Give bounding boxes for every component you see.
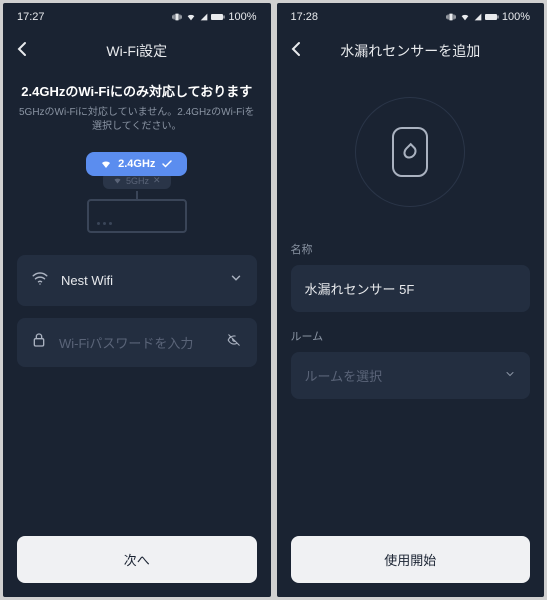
status-icons: 100% (172, 11, 256, 23)
wifi-icon (459, 12, 471, 22)
status-bar: 17:27 100% (3, 3, 271, 31)
signal-icon (200, 12, 208, 22)
check-icon (161, 158, 173, 170)
wifi-icon (185, 12, 197, 22)
name-label: 名称 (291, 241, 531, 257)
chevron-down-icon (504, 367, 516, 385)
router-illustration: 2.4GHz 5GHz ✕ (17, 152, 257, 233)
ssid-select[interactable]: Nest Wifi (17, 255, 257, 306)
device-name-input[interactable]: 水漏れセンサー 5F (291, 265, 531, 312)
sensor-illustration (355, 97, 465, 207)
lock-icon (31, 332, 47, 353)
close-icon: ✕ (153, 175, 161, 186)
content: 2.4GHzのWi-Fiにのみ対応しております 5GHzのWi-Fiに対応してい… (3, 77, 271, 536)
chevron-left-icon (291, 41, 301, 57)
start-button[interactable]: 使用開始 (291, 536, 531, 583)
vibrate-icon (446, 12, 456, 22)
band-24-pill: 2.4GHz (86, 152, 187, 176)
wifi-settings-screen: 17:27 100% Wi-Fi設定 2.4GHzのWi-Fiにのみ対応しており… (3, 3, 271, 597)
signal-icon (474, 12, 482, 22)
router-icon (87, 199, 187, 233)
battery-icon (485, 12, 499, 22)
header: Wi-Fi設定 (3, 31, 271, 77)
wifi-icon (113, 176, 122, 185)
status-time: 17:28 (291, 11, 319, 23)
vibrate-icon (172, 12, 182, 22)
sensor-device-icon (392, 127, 428, 177)
content: 名称 水漏れセンサー 5F ルーム ルームを選択 (277, 77, 545, 536)
sub-text: 5GHzのWi-Fiに対応していません。2.4GHzのWi-Fiを選択してくださ… (17, 106, 257, 134)
wifi-icon (31, 269, 49, 292)
status-icons: 100% (446, 11, 530, 23)
battery-percent: 100% (502, 11, 530, 23)
device-name-value: 水漏れセンサー 5F (305, 279, 517, 298)
next-button[interactable]: 次へ (17, 536, 257, 583)
water-drop-icon (401, 143, 419, 161)
chevron-down-icon (229, 271, 243, 290)
headline: 2.4GHzのWi-Fiにのみ対応しております (17, 81, 257, 100)
ssid-value: Nest Wifi (61, 273, 217, 288)
battery-icon (211, 12, 225, 22)
page-title: 水漏れセンサーを追加 (291, 41, 531, 61)
add-sensor-screen: 17:28 100% 水漏れセンサーを追加 名称 水漏れセンサー 5F ルーム … (277, 3, 545, 597)
room-label: ルーム (291, 328, 531, 344)
chevron-left-icon (17, 41, 27, 57)
battery-percent: 100% (228, 11, 256, 23)
password-placeholder: Wi-Fiパスワードを入力 (59, 333, 213, 352)
header: 水漏れセンサーを追加 (277, 31, 545, 77)
back-button[interactable] (17, 41, 27, 62)
back-button[interactable] (291, 41, 301, 62)
page-title: Wi-Fi設定 (17, 41, 257, 61)
password-input[interactable]: Wi-Fiパスワードを入力 (17, 318, 257, 367)
status-time: 17:27 (17, 11, 45, 23)
eye-hidden-icon[interactable] (225, 333, 243, 352)
room-placeholder: ルームを選択 (305, 366, 493, 385)
room-select[interactable]: ルームを選択 (291, 352, 531, 399)
status-bar: 17:28 100% (277, 3, 545, 31)
wifi-icon (100, 158, 112, 170)
